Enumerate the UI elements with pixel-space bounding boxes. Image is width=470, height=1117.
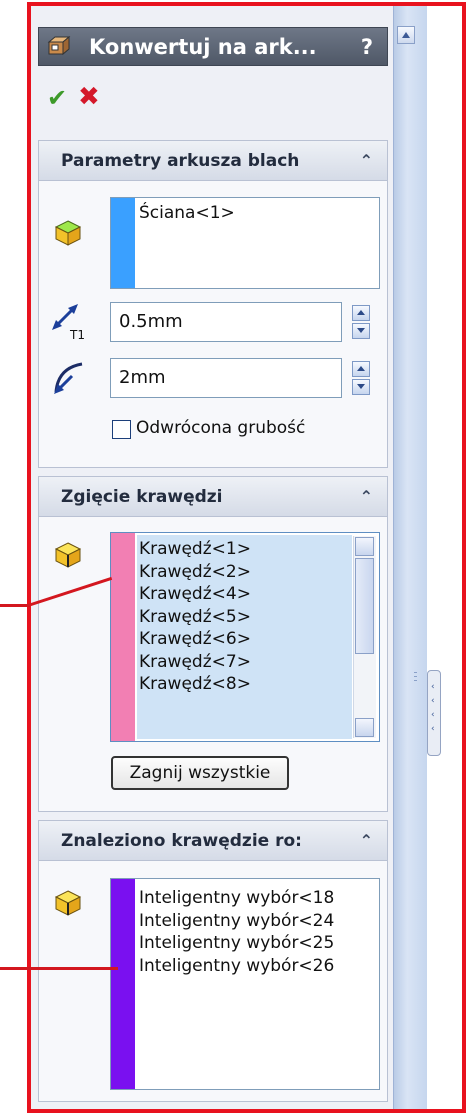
ok-button[interactable]: ✔ [47, 84, 67, 112]
scroll-up-arrow-icon[interactable] [355, 537, 374, 556]
cancel-button[interactable]: ✖ [78, 82, 100, 112]
thickness-spinner[interactable] [352, 305, 370, 339]
edge-bend-title: Zgięcie krawędzi [61, 487, 223, 507]
decrease-radius-button[interactable] [352, 379, 370, 395]
found-edges-color-bar [111, 879, 135, 1089]
collapse-panel-handle[interactable]: ‹ ‹ ‹ ‹ [427, 670, 441, 756]
strip-grip [414, 676, 417, 677]
increase-thickness-button[interactable] [352, 305, 370, 321]
sheet-params-title: Parametry arkusza blach [61, 151, 300, 171]
edge-list-scrollbar[interactable] [353, 536, 376, 738]
reverse-thickness-label: Odwrócona grubość [136, 418, 306, 438]
edge-item[interactable]: Krawędź<1> [139, 538, 351, 561]
property-manager-title-bar: Konwertuj na ark... ? [38, 27, 388, 66]
help-button[interactable]: ? [361, 29, 373, 65]
convert-sheet-icon [47, 36, 71, 56]
sheet-params-header[interactable]: Parametry arkusza blach ⌃ [39, 141, 387, 181]
found-edges-list[interactable]: Inteligentny wybór<18 Inteligentny wybór… [110, 878, 380, 1090]
bend-all-button[interactable]: Zagnij wszystkie [111, 756, 289, 790]
edge-bend-header[interactable]: Zgięcie krawędzi ⌃ [39, 477, 387, 517]
window-title: Konwertuj na ark... [89, 35, 317, 59]
found-edge-item[interactable]: Inteligentny wybór<24 [139, 910, 377, 933]
edge-item[interactable]: Krawędź<7> [139, 651, 351, 674]
callout-line [0, 604, 30, 607]
thickness-icon: T1 [52, 304, 85, 342]
bend-radius-icon [54, 362, 83, 394]
edge-selection-list[interactable]: Krawędź<1> Krawędź<2> Krawędź<4> Krawędź… [110, 532, 380, 742]
face-color-bar [111, 198, 135, 288]
collapse-chevron-icon[interactable]: ⌃ [360, 821, 373, 861]
edge-item[interactable]: Krawędź<8> [139, 673, 351, 696]
found-edge-item[interactable]: Inteligentny wybór<25 [139, 932, 377, 955]
face-item[interactable]: Ściana<1> [139, 202, 377, 224]
found-edge-item[interactable]: Inteligentny wybór<18 [139, 887, 377, 910]
thickness-input[interactable]: 0.5mm [110, 302, 342, 342]
callout-line [0, 967, 118, 970]
decrease-thickness-button[interactable] [352, 323, 370, 339]
found-edge-item[interactable]: Inteligentny wybór<26 [139, 955, 377, 978]
strip-grip [414, 672, 417, 673]
scroll-thumb[interactable] [355, 558, 374, 654]
found-edges-title: Znaleziono krawędzie ro: [61, 831, 302, 851]
edge-item[interactable]: Krawędź<2> [139, 561, 351, 584]
face-cube-icon [54, 220, 82, 246]
edge-item[interactable]: Krawędź<4> [139, 583, 351, 606]
increase-radius-button[interactable] [352, 361, 370, 377]
strip-scroll-up-button[interactable] [397, 26, 415, 44]
edge-item[interactable]: Krawędź<5> [139, 606, 351, 629]
reverse-thickness-checkbox[interactable] [112, 420, 131, 439]
edge-color-bar [111, 533, 135, 741]
edge-item[interactable]: Krawędź<6> [139, 628, 351, 651]
svg-text:T1: T1 [69, 328, 85, 342]
found-edges-header[interactable]: Znaleziono krawędzie ro: ⌃ [39, 821, 387, 861]
bend-radius-spinner[interactable] [352, 361, 370, 395]
collapse-chevron-icon[interactable]: ⌃ [360, 141, 373, 181]
collapse-chevron-icon[interactable]: ⌃ [360, 477, 373, 517]
bend-radius-input[interactable]: 2mm [110, 358, 342, 398]
panel-side-strip [393, 6, 427, 1109]
face-selection-list[interactable]: Ściana<1> [110, 197, 380, 289]
found-edges-cube-icon [54, 890, 82, 916]
strip-grip [414, 680, 417, 681]
edge-cube-icon [54, 542, 82, 568]
scroll-down-arrow-icon[interactable] [355, 718, 374, 737]
